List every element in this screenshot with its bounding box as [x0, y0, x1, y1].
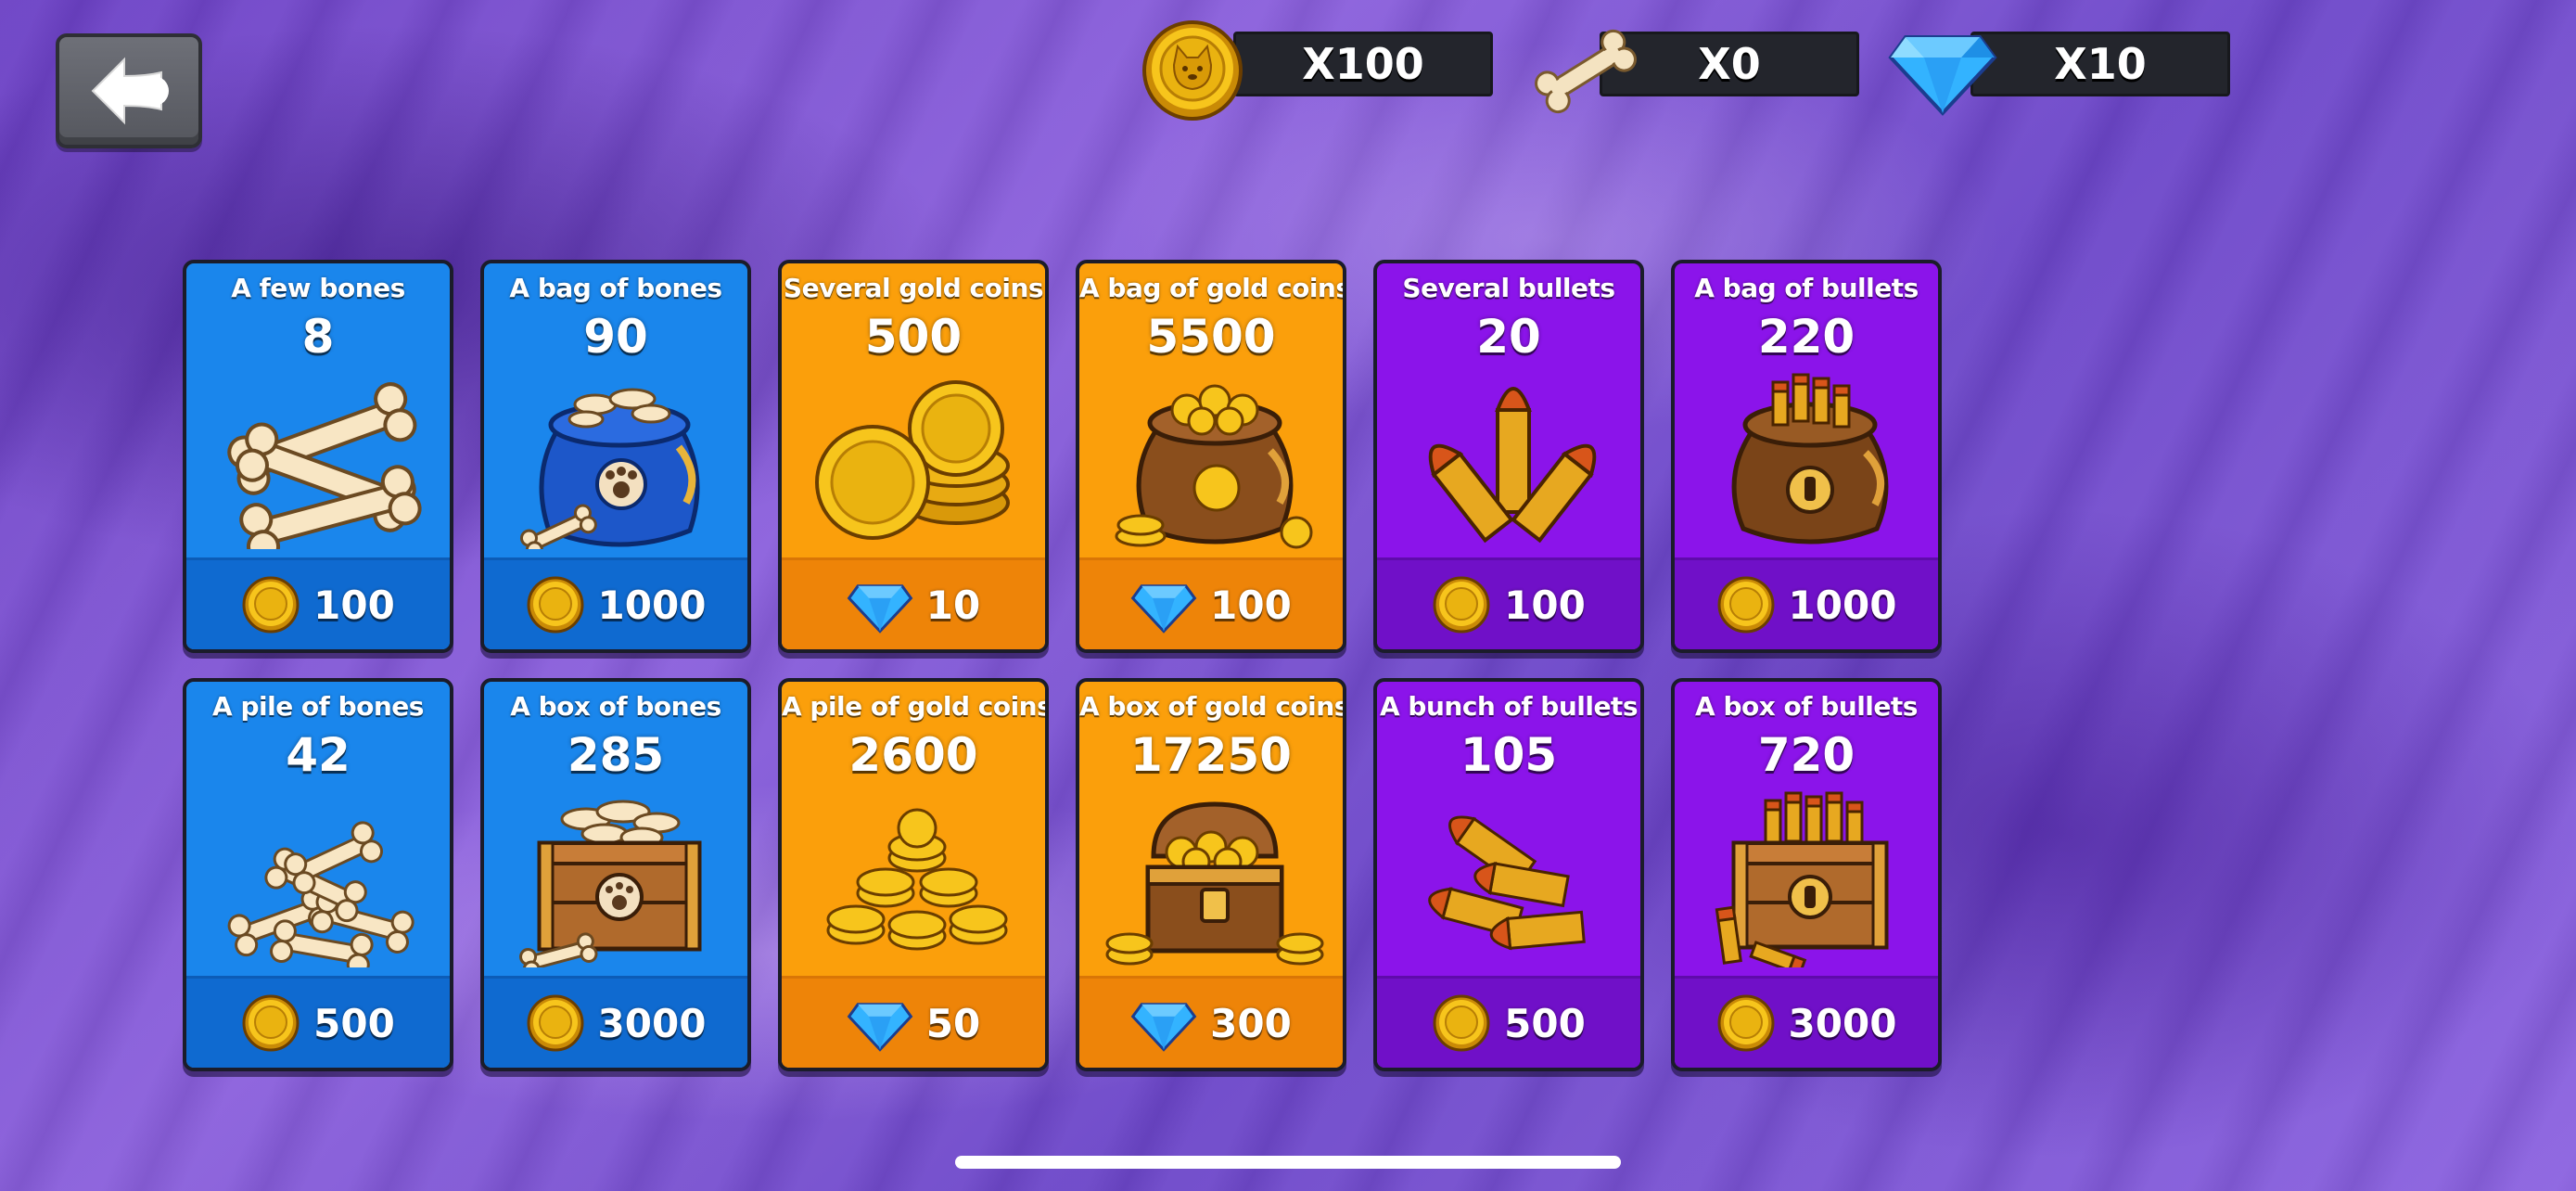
price-label: 500: [313, 1000, 395, 1046]
price-label: 10: [925, 582, 981, 628]
coin-count: X100: [1233, 32, 1493, 96]
buy-button[interactable]: 3000: [1675, 976, 1938, 1068]
item-amount: 285: [567, 728, 665, 782]
coin-counter: X100: [1141, 20, 1493, 121]
buy-button[interactable]: 100: [1377, 557, 1640, 649]
buy-button[interactable]: 10: [782, 557, 1045, 649]
gem-icon: [847, 584, 913, 634]
item-amount: 720: [1757, 728, 1855, 782]
gem-counter: X10: [1887, 32, 2230, 116]
buy-button[interactable]: 100: [186, 557, 450, 649]
item-title: A pile of bones: [212, 691, 424, 722]
price-label: 100: [1210, 582, 1292, 628]
back-arrow-icon: [91, 57, 169, 125]
price-label: 50: [925, 1000, 981, 1046]
shop-item-bag-of-gold-coins[interactable]: A bag of gold coins 5500 100: [1076, 260, 1346, 653]
shop-item-bunch-of-bullets[interactable]: A bunch of bullets 105 500: [1373, 678, 1644, 1071]
price-label: 3000: [1788, 1000, 1897, 1046]
bones-icon: [227, 382, 422, 549]
home-indicator[interactable]: [955, 1156, 1621, 1169]
buy-button[interactable]: 1000: [1675, 557, 1938, 649]
gem-count: X10: [1970, 32, 2230, 96]
shop-item-pile-of-bones[interactable]: A pile of bones 42 500: [183, 678, 453, 1071]
shop-item-box-of-gold-coins[interactable]: A box of gold coins 17250 300: [1076, 678, 1346, 1071]
bone-pile-icon: [227, 821, 414, 967]
price-label: 300: [1210, 1000, 1292, 1046]
coin-icon: [1433, 994, 1490, 1052]
shop-item-several-gold-coins[interactable]: Several gold coins 500 10: [778, 260, 1049, 653]
item-title: A pile of gold coins: [782, 691, 1049, 722]
coin-icon: [527, 994, 584, 1052]
coin-icon: [1142, 20, 1243, 121]
item-title: A few bones: [231, 273, 405, 303]
buy-button[interactable]: 3000: [484, 976, 747, 1068]
shop-item-several-bullets[interactable]: Several bullets 20 100: [1373, 260, 1644, 653]
bone-bag-icon: [519, 388, 700, 549]
gold-coin-bag-icon: [1115, 384, 1313, 549]
shop-item-few-bones[interactable]: A few bones 8 100: [183, 260, 453, 653]
buy-button[interactable]: 100: [1079, 557, 1343, 649]
shop-grid: A few bones 8 100 A bag of bones 90 1000…: [183, 260, 1942, 1071]
item-amount: 17250: [1130, 728, 1292, 782]
item-title: Several gold coins: [783, 273, 1044, 303]
item-title: A bag of bullets: [1694, 273, 1919, 303]
item-amount: 42: [286, 728, 351, 782]
coin-icon: [1717, 576, 1775, 634]
shop-item-bag-of-bones[interactable]: A bag of bones 90 1000: [480, 260, 751, 653]
price-label: 100: [1504, 582, 1586, 628]
item-title: A box of bones: [510, 691, 721, 722]
price-label: 1000: [597, 582, 707, 628]
coin-icon: [242, 576, 300, 634]
coin-icon: [242, 994, 300, 1052]
buy-button[interactable]: 300: [1079, 976, 1343, 1068]
price-label: 1000: [1788, 582, 1897, 628]
item-amount: 500: [864, 310, 963, 364]
item-amount: 2600: [848, 728, 978, 782]
gold-coin-pile-icon: [826, 808, 1008, 951]
shop-item-pile-of-gold-coins[interactable]: A pile of gold coins 2600 50: [778, 678, 1049, 1071]
coin-icon: [1433, 576, 1490, 634]
bullet-crate-icon: [1715, 791, 1889, 967]
item-amount: 5500: [1146, 310, 1276, 364]
back-button[interactable]: [56, 33, 202, 148]
price-label: 100: [313, 582, 395, 628]
shop-item-box-of-bones[interactable]: A box of bones 285 3000: [480, 678, 751, 1071]
buy-button[interactable]: 500: [1377, 976, 1640, 1068]
item-title: Several bullets: [1402, 273, 1615, 303]
price-label: 3000: [597, 1000, 707, 1046]
item-title: A bunch of bullets: [1380, 691, 1639, 722]
buy-button[interactable]: 1000: [484, 557, 747, 649]
bone-crate-icon: [519, 800, 702, 967]
shop-item-box-of-bullets[interactable]: A box of bullets 720 3000: [1671, 678, 1942, 1071]
coin-icon: [1717, 994, 1775, 1052]
buy-button[interactable]: 500: [186, 976, 450, 1068]
item-amount: 105: [1460, 728, 1558, 782]
bone-counter: X0: [1530, 29, 1859, 114]
item-title: A bag of gold coins: [1079, 273, 1346, 303]
item-amount: 20: [1476, 310, 1541, 364]
price-label: 500: [1504, 1000, 1586, 1046]
coin-icon: [527, 576, 584, 634]
bullet-bag-icon: [1731, 373, 1889, 544]
item-amount: 90: [583, 310, 648, 364]
item-amount: 220: [1757, 310, 1855, 364]
gem-icon: [1888, 35, 1997, 116]
gem-icon: [1130, 1003, 1197, 1052]
buy-button[interactable]: 50: [782, 976, 1045, 1068]
item-title: A bag of bones: [509, 273, 722, 303]
item-title: A box of gold coins: [1079, 691, 1346, 722]
bone-icon: [1535, 29, 1637, 114]
treasure-chest-icon: [1105, 801, 1324, 966]
gem-icon: [847, 1003, 913, 1052]
bullets-icon: [1428, 387, 1597, 544]
bullet-bunch-icon: [1428, 815, 1586, 951]
item-amount: 8: [301, 310, 335, 364]
gold-coins-icon: [815, 380, 1010, 540]
shop-item-bag-of-bullets[interactable]: A bag of bullets 220 1000: [1671, 260, 1942, 653]
gem-icon: [1130, 584, 1197, 634]
item-title: A box of bullets: [1695, 691, 1918, 722]
